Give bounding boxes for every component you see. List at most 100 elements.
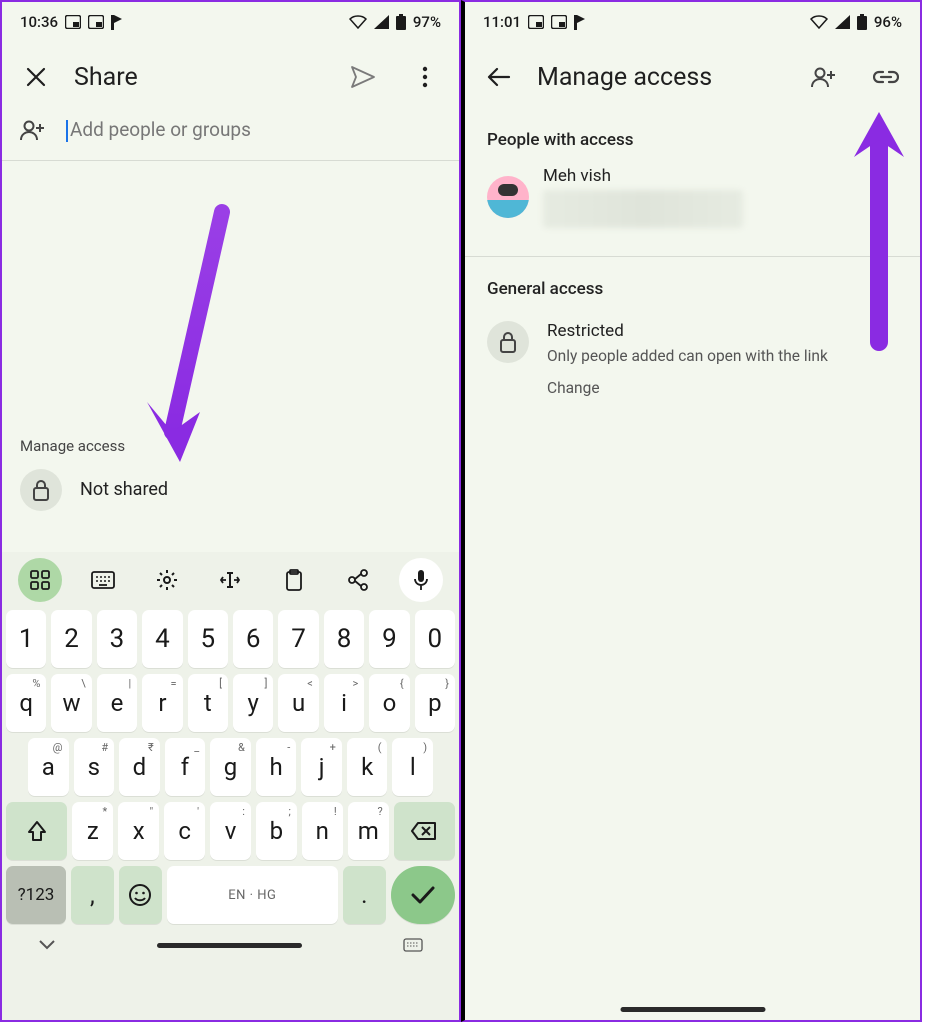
key-b[interactable]: b;: [256, 802, 297, 860]
key-r[interactable]: r=: [142, 674, 182, 732]
manage-access-label: Manage access: [2, 437, 459, 455]
key-d[interactable]: d₹: [119, 738, 160, 796]
check-icon: [410, 885, 436, 905]
send-button[interactable]: [339, 53, 387, 101]
people-heading: People with access: [465, 112, 920, 156]
key-9[interactable]: 9: [369, 610, 409, 668]
pip-icon: [528, 15, 544, 29]
person-email-redacted: [543, 190, 743, 228]
copy-link-button[interactable]: [862, 53, 910, 101]
key-o[interactable]: o{: [369, 674, 409, 732]
pip-icon: [551, 15, 567, 29]
key-s[interactable]: s#: [74, 738, 115, 796]
not-shared-row[interactable]: Not shared: [2, 455, 459, 525]
statusbar: 11:01 96%: [465, 2, 920, 42]
period-key[interactable]: .: [343, 866, 386, 924]
keyboard-toolbar: [2, 552, 459, 608]
enter-key[interactable]: [391, 866, 455, 924]
add-people-row[interactable]: Add people or groups: [2, 112, 459, 161]
key-0[interactable]: 0: [415, 610, 455, 668]
key-e[interactable]: e|: [97, 674, 137, 732]
key-v[interactable]: v:: [210, 802, 251, 860]
emoji-key[interactable]: [119, 866, 162, 924]
key-i[interactable]: i>: [324, 674, 364, 732]
key-m[interactable]: m?: [348, 802, 389, 860]
send-icon: [350, 65, 376, 89]
kb-share-button[interactable]: [336, 558, 380, 602]
lock-icon-circle: [487, 321, 529, 363]
key-a[interactable]: a@: [28, 738, 69, 796]
add-person-button[interactable]: [800, 53, 848, 101]
change-access-link[interactable]: Change: [547, 379, 828, 397]
key-g[interactable]: g&: [210, 738, 251, 796]
shift-key[interactable]: [6, 802, 67, 860]
close-button[interactable]: [12, 53, 60, 101]
page-title: Manage access: [537, 63, 786, 92]
key-c[interactable]: c': [164, 802, 205, 860]
key-4[interactable]: 4: [142, 610, 182, 668]
page-title: Share: [74, 63, 325, 92]
key-8[interactable]: 8: [324, 610, 364, 668]
key-x[interactable]: x": [118, 802, 159, 860]
link-icon: [873, 70, 899, 84]
battery-icon: [857, 14, 867, 30]
kb-apps-button[interactable]: [18, 558, 62, 602]
key-5[interactable]: 5: [188, 610, 228, 668]
back-button[interactable]: [475, 53, 523, 101]
kb-row-bottom: ?123 , EN · HG .: [6, 866, 455, 924]
key-n[interactable]: n!: [302, 802, 343, 860]
key-6[interactable]: 6: [233, 610, 273, 668]
kb-keyboard-button[interactable]: [81, 558, 125, 602]
lock-icon-circle: [20, 469, 62, 511]
pip-icon: [65, 15, 81, 29]
lock-icon: [32, 479, 50, 501]
backspace-icon: [411, 821, 437, 841]
key-u[interactable]: u<: [278, 674, 318, 732]
more-button[interactable]: [401, 53, 449, 101]
share-icon: [348, 569, 368, 591]
kb-settings-button[interactable]: [145, 558, 189, 602]
general-access-row: Restricted Only people added can open wi…: [465, 305, 920, 413]
key-j[interactable]: j+: [301, 738, 342, 796]
key-2[interactable]: 2: [51, 610, 91, 668]
key-h[interactable]: h-: [256, 738, 297, 796]
flag-icon: [111, 15, 123, 30]
key-7[interactable]: 7: [278, 610, 318, 668]
key-p[interactable]: p}: [415, 674, 455, 732]
mic-icon: [414, 569, 428, 591]
keyboard[interactable]: 1234567890 q%w\e|r=t[y]u<i>o{p} a@s#d₹f_…: [2, 552, 459, 1020]
lock-icon: [499, 331, 517, 353]
kb-clipboard-button[interactable]: [272, 558, 316, 602]
key-y[interactable]: y]: [233, 674, 273, 732]
key-3[interactable]: 3: [97, 610, 137, 668]
comma-key[interactable]: ,: [71, 866, 114, 924]
chevron-down-icon[interactable]: [38, 939, 56, 951]
access-level: Restricted: [547, 321, 828, 341]
key-t[interactable]: t[: [188, 674, 228, 732]
signal-icon: [374, 15, 389, 29]
statusbar: 10:36 97%: [2, 2, 459, 42]
person-row[interactable]: Meh vish: [465, 156, 920, 252]
kb-textedit-button[interactable]: [208, 558, 252, 602]
key-k[interactable]: k(: [347, 738, 388, 796]
space-key[interactable]: EN · HG: [167, 866, 338, 924]
kb-mic-button[interactable]: [399, 558, 443, 602]
keyboard-switch-icon[interactable]: [403, 938, 423, 952]
battery-icon: [396, 14, 406, 30]
key-q[interactable]: q%: [6, 674, 46, 732]
key-f[interactable]: f_: [165, 738, 206, 796]
home-indicator[interactable]: [620, 1007, 765, 1012]
arrow-back-icon: [487, 67, 511, 87]
key-1[interactable]: 1: [6, 610, 46, 668]
person-add-icon: [811, 67, 837, 87]
key-w[interactable]: w\: [51, 674, 91, 732]
more-vert-icon: [422, 66, 428, 88]
kb-row-zxcv: z*x"c'v:b;n!m?: [6, 802, 455, 860]
symbols-key[interactable]: ?123: [6, 866, 66, 924]
home-indicator[interactable]: [157, 943, 302, 948]
grid-icon: [30, 570, 50, 590]
key-l[interactable]: l): [392, 738, 433, 796]
key-z[interactable]: z*: [72, 802, 113, 860]
add-people-input[interactable]: Add people or groups: [66, 118, 251, 142]
backspace-key[interactable]: [394, 802, 455, 860]
